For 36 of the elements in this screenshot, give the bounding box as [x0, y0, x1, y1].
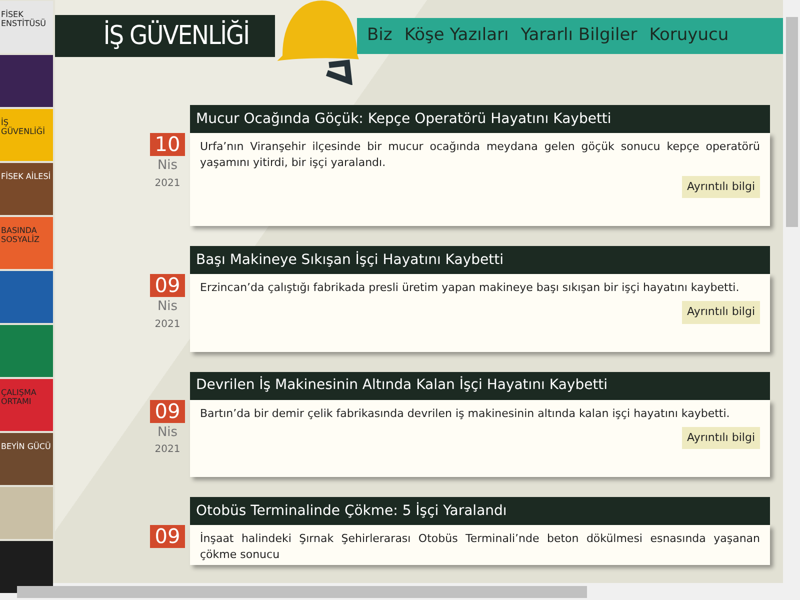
date-day: 10 [150, 133, 185, 156]
scrollbar-thumb[interactable] [17, 586, 587, 598]
sidebar-link[interactable]: FİSEK AİLESİ [0, 163, 53, 215]
date-year: 2021 [154, 318, 182, 332]
post-excerpt: Urfa’nın Viranşehir ilçesinde bir mucur ocağında meydana gelen göçük sonucu kepçe operatörü yaşamını yitirdi, bir işçi yaralandı. [200, 139, 760, 171]
date-month: Nis [156, 157, 179, 175]
details-button[interactable]: Ayrıntılı bilgi [682, 426, 760, 450]
site-title: İŞ GÜVENLİĞİ [55, 15, 275, 57]
details-button[interactable]: Ayrıntılı bilgi [682, 301, 760, 324]
sidebar-link[interactable]: İŞ GÜVENLİĞİ [0, 109, 53, 161]
nav-link[interactable]: Koruyucu [649, 23, 729, 49]
post-title: Mucur Ocağında Göçük: Kepçe Operatörü Hayatını Kaybetti [190, 105, 770, 133]
date-day: 09 [150, 525, 185, 548]
date-year: 2021 [154, 443, 182, 458]
post-title: Başı Makineye Sıkışan İşçi Hayatını Kaybetti [190, 246, 770, 274]
date-day: 09 [150, 274, 185, 298]
sidebar-link[interactable]: BEYİN GÜCÜ [0, 433, 53, 485]
sidebar-link[interactable] [0, 541, 53, 593]
horizontal-scrollbar[interactable] [0, 583, 800, 600]
date-day: 09 [150, 400, 185, 423]
vertical-scrollbar[interactable] [783, 0, 800, 583]
nav-link[interactable]: Yararlı Bilgiler [520, 23, 638, 49]
date-month: Nis [156, 424, 179, 442]
sidebar-link[interactable]: BASINDA SOSYALİZ [0, 217, 53, 269]
post-excerpt: Erzincan’da çalıştığı fabrikada presli üretim yapan makineye başı sıkışan bir işçi hayatını kaybetti. [200, 280, 740, 296]
date-month: Nis [156, 298, 179, 316]
post-excerpt: İnşaat halindeki Şırnak Şehirlerarası Otobüs Terminali’nde beton dökülmesi esnasında yaşanan çökme sonucu [200, 531, 760, 564]
scrollbar-thumb[interactable] [786, 17, 798, 227]
nav-link[interactable]: Biz [367, 23, 392, 49]
post-title: Otobüs Terminalinde Çökme: 5 İşçi Yaralandı [190, 497, 770, 526]
post-title: Devrilen İş Makinesinin Altında Kalan İşçi Hayatını Kaybetti [190, 372, 770, 400]
nav-link[interactable]: Köşe Yazıları [404, 23, 509, 49]
sidebar-link[interactable]: FİSEK ENSTİTÜSÜ [0, 1, 53, 53]
details-button[interactable]: Ayrıntılı bilgi [682, 176, 760, 198]
date-year: 2021 [154, 176, 182, 190]
post-excerpt: Bartın’da bir demir çelik fabrikasında devrilen iş makinesinin altında kalan işçi hayatını kaybetti. [200, 406, 731, 422]
